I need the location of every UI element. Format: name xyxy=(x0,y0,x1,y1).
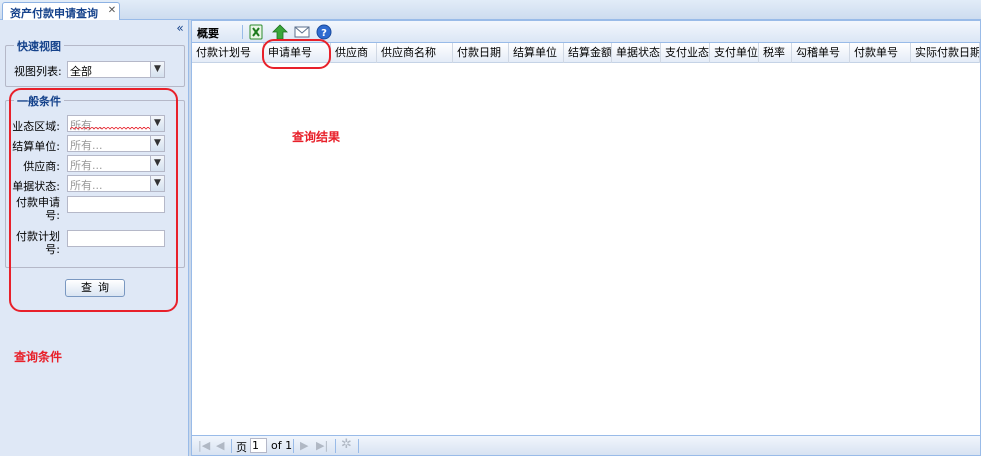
svg-text:?: ? xyxy=(321,28,327,39)
results-panel: 概要 ? 付款计划号 申请单号 供应商 供应商名称 付款日期 结算单位 结算金额 单据状态 支付… xyxy=(191,20,981,456)
column-header[interactable]: 付款计划号 xyxy=(192,43,264,63)
toolbar-separator xyxy=(242,25,243,39)
mail-icon[interactable] xyxy=(294,24,310,40)
column-header[interactable]: 供应商 xyxy=(331,43,377,63)
column-header[interactable]: 实际付款日期 xyxy=(911,43,980,63)
column-header[interactable]: 支付单位 xyxy=(710,43,759,63)
close-icon[interactable]: ✕ xyxy=(106,5,118,17)
tab-title: 资产付款申请查询 xyxy=(10,7,98,20)
toolbar-title: 概要 xyxy=(197,27,219,40)
pager-separator xyxy=(335,439,336,453)
column-header[interactable]: 税率 xyxy=(759,43,792,63)
prev-page-icon[interactable]: ◀ xyxy=(216,439,224,452)
last-page-icon[interactable]: ▶| xyxy=(316,439,328,452)
view-list-value: 全部 xyxy=(70,65,92,78)
view-list-label: 视图列表: xyxy=(14,65,62,78)
next-page-icon[interactable]: ▶ xyxy=(300,439,308,452)
annotation-ring-conditions xyxy=(9,88,178,312)
page-count: of 1 xyxy=(271,439,293,452)
tab-bar: 资产付款申请查询 ✕ xyxy=(0,0,981,20)
annotation-query-conditions: 查询条件 xyxy=(14,350,63,364)
refresh-icon[interactable]: ✲ xyxy=(341,437,352,452)
column-header[interactable]: 付款日期 xyxy=(453,43,509,63)
column-header[interactable]: 勾稽单号 xyxy=(792,43,850,63)
chevron-down-icon[interactable]: ▼ xyxy=(150,62,164,77)
page-label: 页 xyxy=(236,441,247,454)
column-header[interactable]: 单据状态 xyxy=(612,43,661,63)
quick-view-legend: 快速视图 xyxy=(14,38,64,54)
view-list-select[interactable]: 全部 ▼ xyxy=(67,61,165,78)
annotation-query-results: 查询结果 xyxy=(292,130,341,144)
pager-separator xyxy=(231,439,232,453)
pager-separator xyxy=(358,439,359,453)
excel-export-icon[interactable] xyxy=(248,24,264,40)
search-panel: « 快速视图 视图列表: 全部 ▼ 一般条件 业态区域: 所有... ▼ 结算单… xyxy=(0,20,189,456)
pager-separator xyxy=(293,439,294,453)
quick-view-fieldset: 快速视图 视图列表: 全部 ▼ xyxy=(5,38,185,87)
column-header[interactable]: 结算金额 xyxy=(564,43,612,63)
annotation-ring-request-no xyxy=(262,39,331,69)
tab-asset-payment-query[interactable]: 资产付款申请查询 ✕ xyxy=(2,2,120,20)
first-page-icon[interactable]: |◀ xyxy=(198,439,210,452)
column-header[interactable]: 付款单号 xyxy=(850,43,911,63)
page-number-input[interactable]: 1 xyxy=(250,438,267,453)
upload-icon[interactable] xyxy=(272,24,288,40)
column-header[interactable]: 支付业态 xyxy=(661,43,710,63)
collapse-icon[interactable]: « xyxy=(174,22,186,35)
help-icon[interactable]: ? xyxy=(316,24,332,40)
column-header[interactable]: 结算单位 xyxy=(509,43,564,63)
pager: |◀ ◀ 页 1 of 1 ▶ ▶| ✲ xyxy=(192,435,980,455)
column-header[interactable]: 供应商名称 xyxy=(377,43,453,63)
